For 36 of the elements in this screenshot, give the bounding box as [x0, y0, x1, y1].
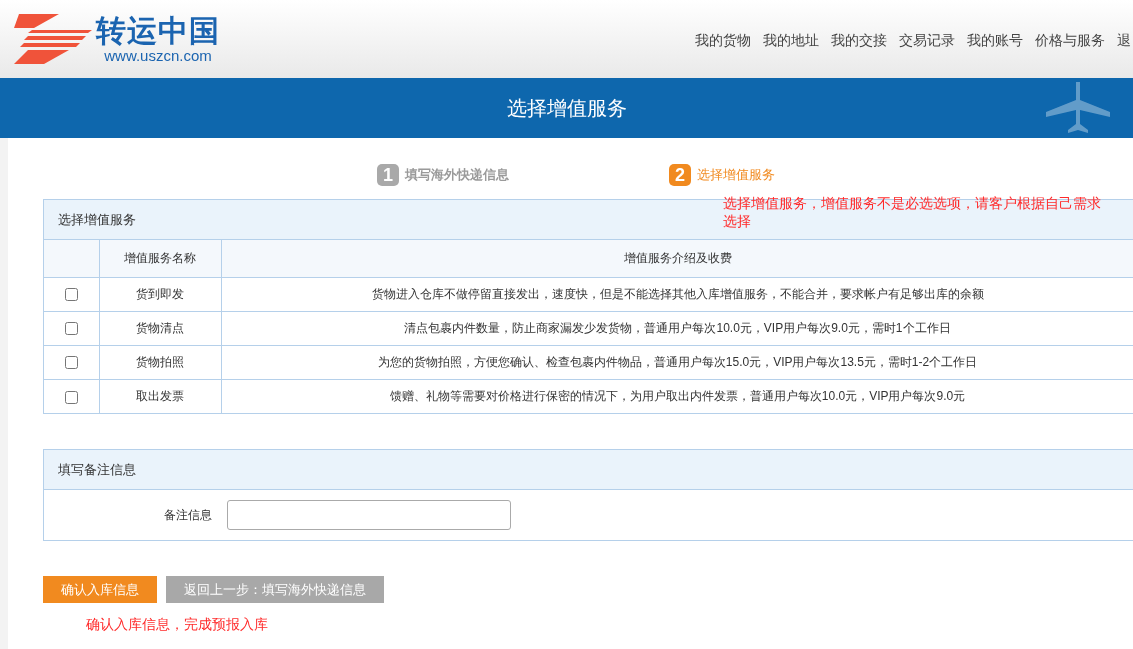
- panel-title: 填写备注信息: [58, 460, 136, 479]
- nav-link[interactable]: 我的交接: [831, 29, 887, 51]
- remarks-input[interactable]: [227, 500, 511, 530]
- nav-link[interactable]: 我的地址: [763, 29, 819, 51]
- field-label: 备注信息: [163, 507, 212, 524]
- nav-link[interactable]: 我的账号: [967, 29, 1023, 51]
- column-header: 增值服务名称: [99, 240, 221, 277]
- step-number: 1: [377, 164, 399, 186]
- footer-note: 确认入库信息，完成预报入库: [86, 615, 269, 634]
- column-header: 增值服务介绍及收费: [622, 250, 733, 268]
- logo-url: www.uszcn.com: [104, 48, 212, 64]
- airplane-icon: [1043, 82, 1113, 134]
- step-label: 填写海外快递信息: [405, 166, 509, 185]
- service-description: 馈赠、礼物等需要对价格进行保密的情况下，为用户取出内件发票，普通用户每次10.0元，VIP用户每次9.0元: [388, 388, 967, 406]
- nav-link[interactable]: 价格与服务: [1035, 29, 1105, 51]
- nav-link[interactable]: 我的货物: [695, 29, 751, 51]
- nav-link[interactable]: 退: [1117, 29, 1131, 51]
- banner-title: 选择增值服务: [506, 96, 627, 121]
- service-checkbox[interactable]: [64, 390, 78, 404]
- service-checkbox[interactable]: [64, 288, 78, 302]
- step-number: 2: [669, 164, 691, 186]
- logo-name: 转运中国: [96, 14, 220, 48]
- nav-link[interactable]: 交易记录: [899, 29, 955, 51]
- service-description: 清点包裹内件数量，防止商家漏发少发货物，普通用户每次10.0元，VIP用户每次9.0元，需时1个工作日: [403, 320, 952, 337]
- service-name: 取出发票: [99, 379, 221, 413]
- step-label: 选择增值服务: [697, 166, 775, 185]
- service-name: 货物清点: [99, 311, 221, 345]
- service-description: 货物进入仓库不做停留直接发出，速度快，但是不能选择其他入库增值服务，不能合并，要求帐户有足够出库的余额: [370, 286, 985, 303]
- service-name: 货到即发: [99, 277, 221, 311]
- service-name: 货物拍照: [99, 345, 221, 379]
- logo-icon: [14, 14, 92, 64]
- steps-note: 选择增值服务，增值服务不是必选选项，请客户根据自己需求选择: [723, 194, 1101, 230]
- service-checkbox[interactable]: [64, 356, 78, 370]
- panel-title: 选择增值服务: [58, 210, 136, 229]
- service-description: 为您的货物拍照，方便您确认、检查包裹内件物品，普通用户每次15.0元，VIP用户每次13.5元，需时1-2个工作日: [376, 354, 979, 371]
- service-checkbox[interactable]: [64, 322, 78, 336]
